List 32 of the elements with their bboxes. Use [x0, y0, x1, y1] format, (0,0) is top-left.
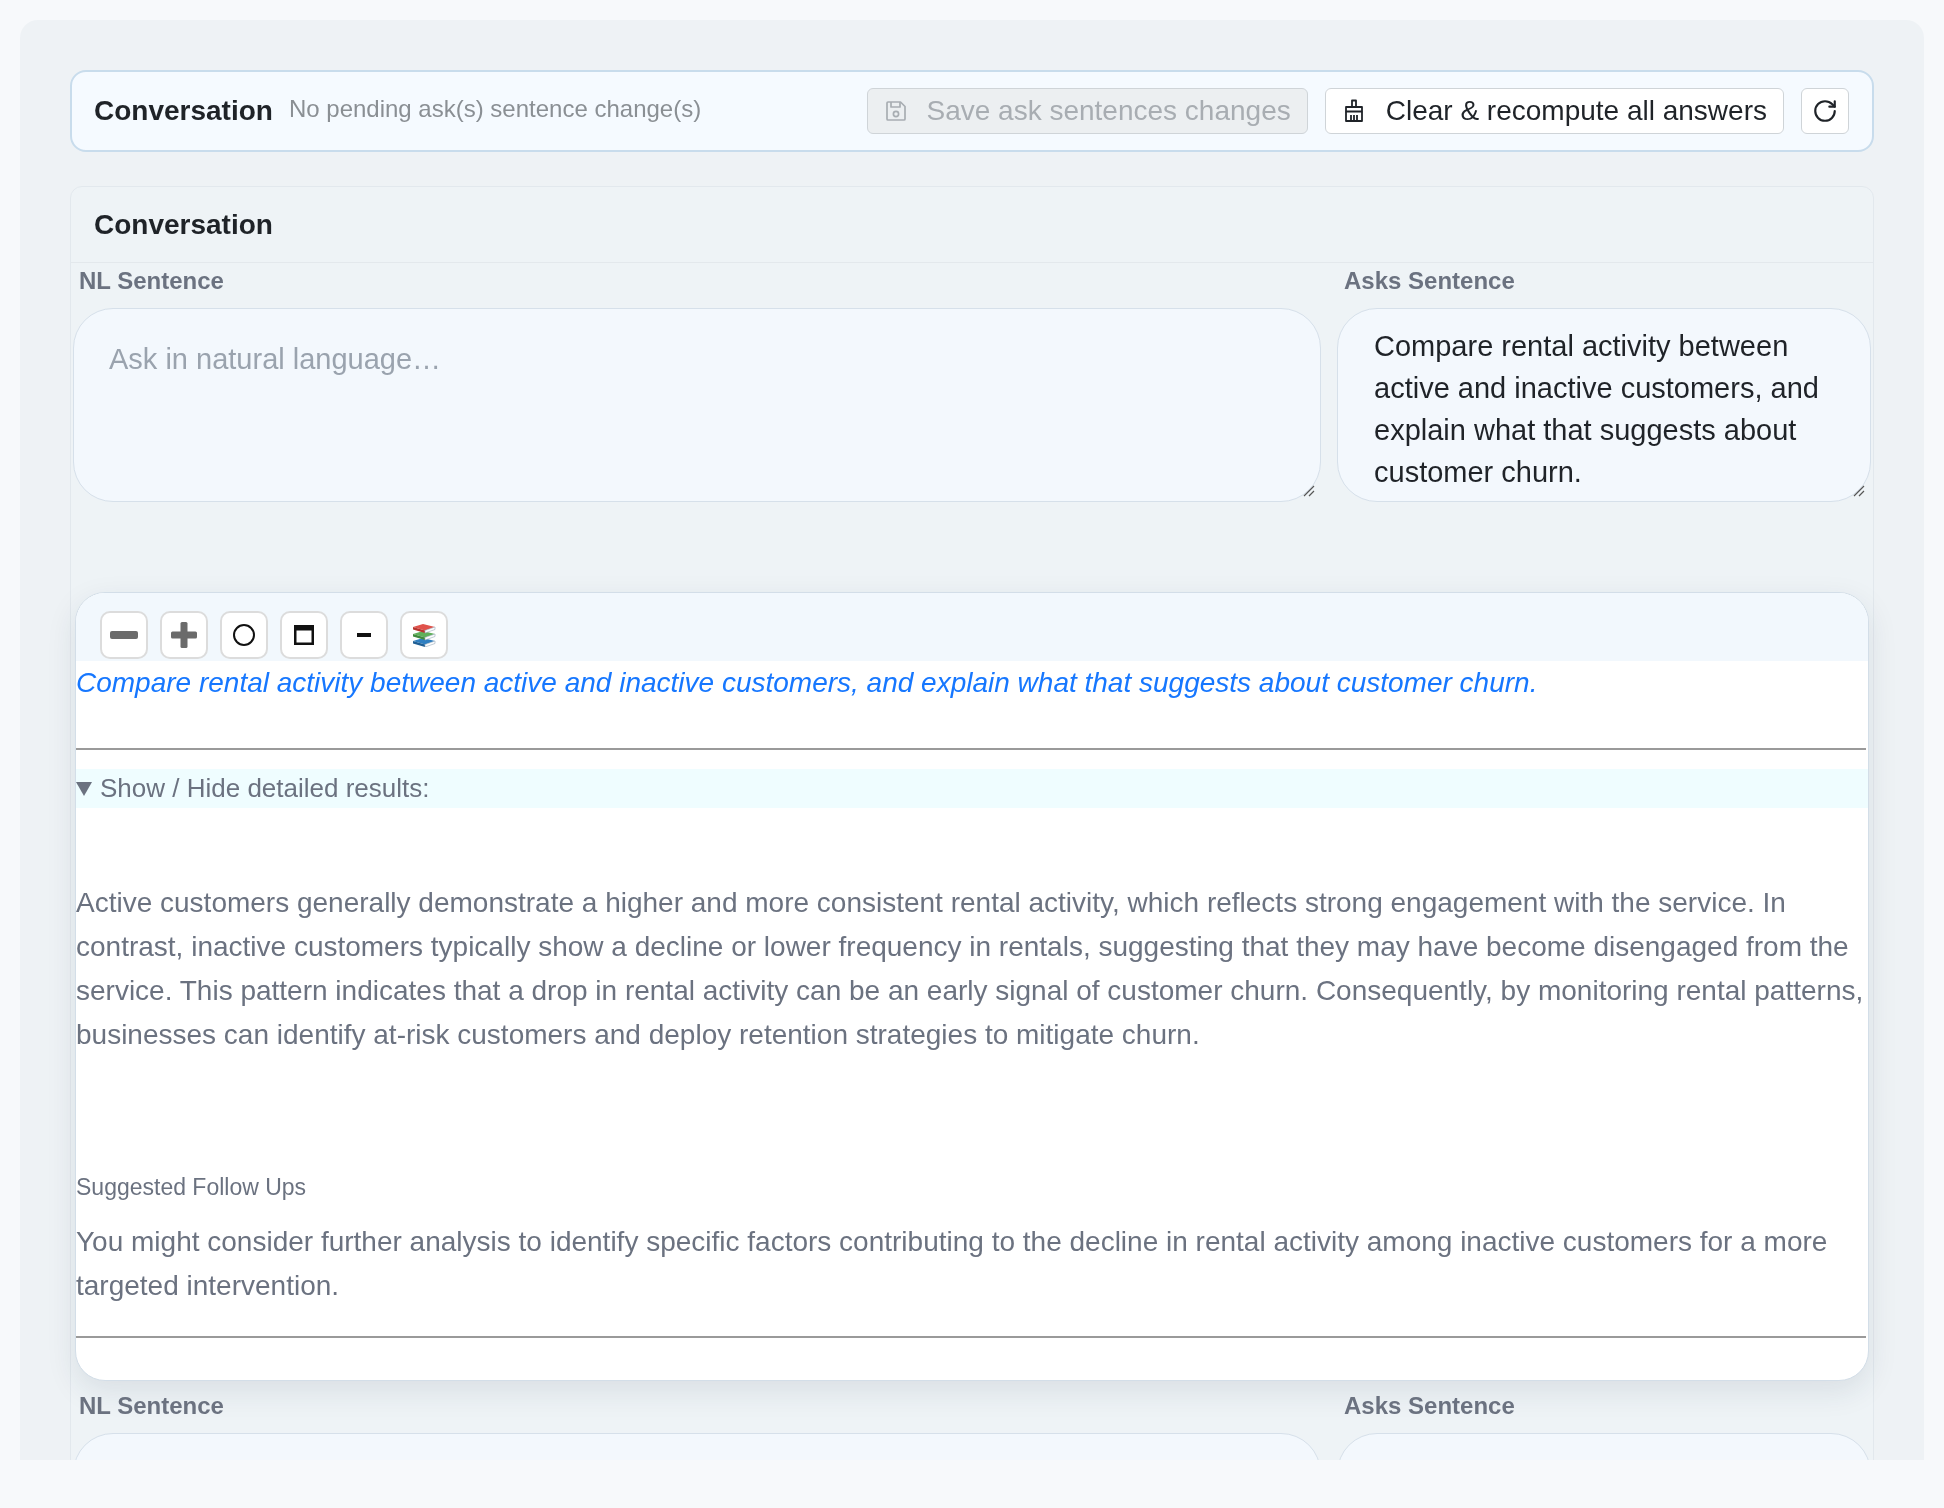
plus-button[interactable] [160, 611, 208, 659]
window-icon [294, 625, 314, 645]
books-button[interactable] [400, 611, 448, 659]
refresh-icon [1812, 98, 1838, 124]
follow-ups-heading: Suggested Follow Ups [76, 1173, 308, 1202]
answer-text: Active customers generally demonstrate a higher and more consistent rental activity, which reflects strong engagement with the service. In contrast, inactive customers typically show a decline or lower frequency in rentals, suggesting that they may have become disengaged from the service. This pattern indicates that a drop in rental activity can be an early signal of customer churn. Consequently, by monitoring rental patterns, businesses can identify at-risk customers and deploy retention strategies to mitigate churn. [76, 886, 1865, 1052]
nl-sentence-label: NL Sentence [79, 267, 224, 294]
resize-grip-icon [1853, 485, 1865, 497]
nl-sentence-field[interactable]: Ask in natural language… [73, 308, 1321, 502]
plus-icon [171, 622, 197, 648]
asks-sentence-field[interactable]: Compare rental activity between active and inactive customers, and explain what that suggests about customer churn. [1337, 308, 1871, 502]
section-title: Conversation [94, 207, 273, 242]
status-text: No pending ask(s) sentence change(s) [288, 94, 702, 124]
refresh-button[interactable] [1801, 88, 1849, 134]
books-icon [411, 623, 437, 647]
circle-icon [233, 624, 255, 646]
follow-up-text: You might consider further analysis to identify specific factors contributing to the decline in rental activity among inactive customers for a more targeted intervention. [76, 1225, 1829, 1303]
triangle-down-icon [76, 781, 92, 796]
asks-sentence-label: Asks Sentence [1344, 1392, 1515, 1419]
minus-button[interactable] [100, 611, 148, 659]
window-button[interactable] [280, 611, 328, 659]
nl-sentence-label: NL Sentence [79, 1392, 224, 1419]
dash-icon [357, 633, 371, 637]
clear-recompute-button[interactable]: Clear & recompute all answers [1324, 88, 1784, 134]
question-text: Compare rental activity between active and inactive customers, and explain what that suggests about customer churn. [76, 666, 1539, 700]
dash-button[interactable] [340, 611, 388, 659]
circle-button[interactable] [220, 611, 268, 659]
asks-sentence-label: Asks Sentence [1344, 267, 1515, 294]
page-title: Conversation [94, 94, 273, 128]
minus-icon [110, 631, 138, 639]
details-toggle[interactable]: Show / Hide detailed results: [76, 769, 1868, 808]
resize-grip-icon [1303, 485, 1315, 497]
